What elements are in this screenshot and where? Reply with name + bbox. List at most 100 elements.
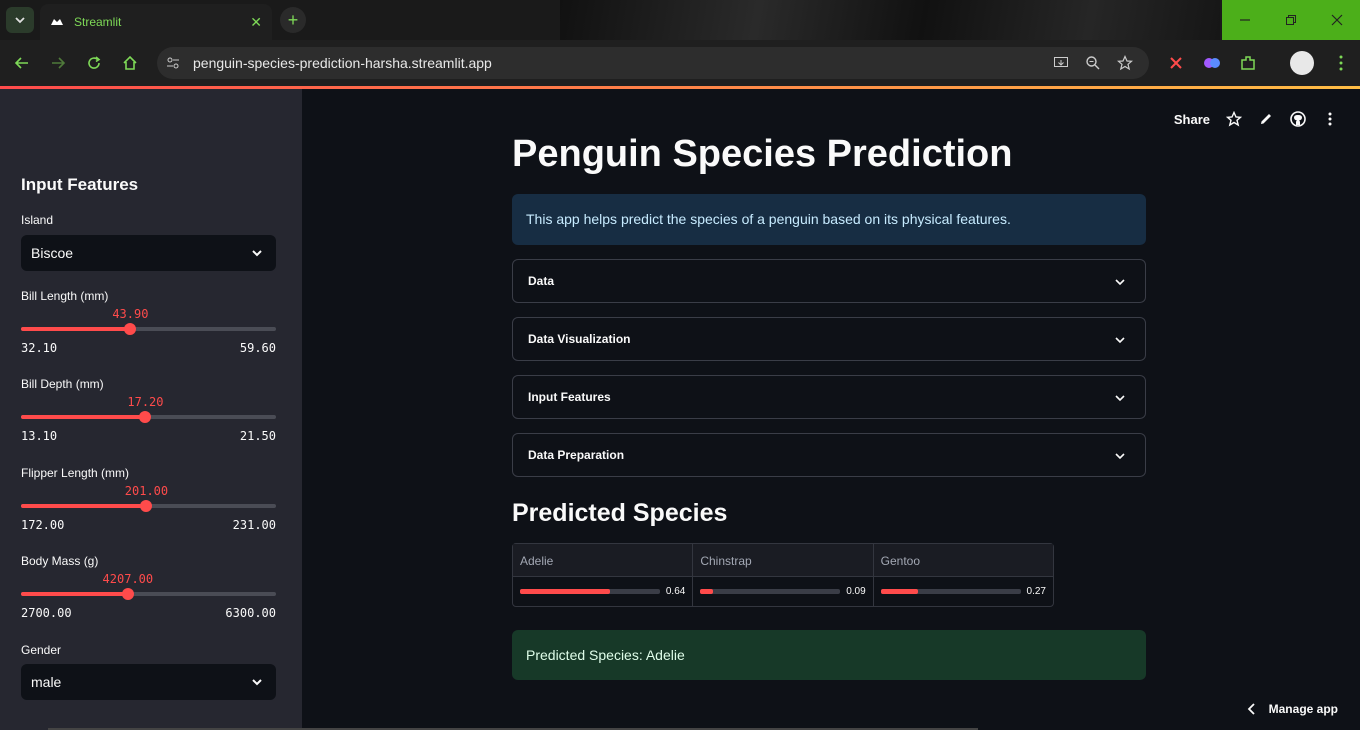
reload-button[interactable] (84, 53, 104, 73)
new-tab-button[interactable]: + (280, 7, 306, 33)
tab-search-button[interactable] (6, 7, 34, 33)
probability-column: Chinstrap 0.09 (693, 544, 874, 606)
browser-tab[interactable]: Streamlit ✕ (40, 4, 272, 40)
chevron-down-icon (15, 17, 25, 24)
close-icon (1331, 14, 1343, 26)
probability-column: Gentoo 0.27 (873, 544, 1053, 606)
streamlit-favicon-icon (51, 19, 63, 25)
expander-label: Data Preparation (528, 448, 625, 462)
sidebar: Input Features Island Biscoe Bill Length… (0, 89, 302, 730)
manage-app-button[interactable]: Manage app (1247, 702, 1338, 716)
column-header: Gentoo (873, 544, 1053, 577)
chevron-down-icon (252, 679, 262, 686)
gender-label: Gender (21, 643, 62, 657)
forward-button[interactable] (48, 53, 68, 73)
gender-select[interactable]: male (21, 664, 276, 700)
tab-title: Streamlit (74, 15, 122, 29)
arrow-right-icon (52, 57, 66, 69)
progress-fill (520, 589, 610, 594)
probability-value: 0.09 (846, 586, 866, 597)
main-menu-icon[interactable] (1322, 111, 1338, 127)
island-label: Island (21, 213, 54, 227)
expander-data-preparation[interactable]: Data Preparation (512, 433, 1146, 477)
minimize-button[interactable] (1222, 0, 1268, 40)
github-icon[interactable] (1290, 111, 1306, 127)
slider-fill (21, 504, 147, 508)
extension-brain-icon[interactable] (1203, 54, 1221, 72)
sidebar-title: Input Features (21, 175, 139, 194)
slider-fill (21, 327, 131, 331)
restore-icon (1286, 15, 1296, 25)
url-text: penguin-species-prediction-harsha.stream… (193, 55, 492, 71)
slider-min: 13.10 (21, 429, 58, 443)
slider-min: 172.00 (21, 518, 65, 532)
body-mass-label: Body Mass (g) (21, 554, 99, 568)
slider-value: 201.00 (124, 484, 169, 498)
slider-thumb[interactable] (140, 500, 153, 512)
arrow-left-icon (14, 57, 28, 69)
slider-fill (21, 592, 128, 596)
back-button[interactable] (12, 53, 32, 73)
expander-input-features[interactable]: Input Features (512, 375, 1146, 419)
slider-max: 6300.00 (225, 606, 276, 620)
slider-min: 32.10 (21, 341, 58, 355)
page-title: Penguin Species Prediction (512, 133, 1013, 175)
chevron-down-icon (1115, 279, 1125, 286)
probability-table: Adelie 0.64 Chinstrap 0.09 Gentoo 0.27 (512, 543, 1054, 607)
edit-pencil-icon[interactable] (1258, 111, 1274, 127)
chevron-down-icon (1115, 453, 1125, 460)
address-bar[interactable]: penguin-species-prediction-harsha.stream… (157, 47, 1149, 79)
chevron-down-icon (1115, 337, 1125, 344)
expander-label: Data Visualization (528, 332, 631, 346)
share-button[interactable]: Share (1174, 112, 1210, 127)
app-toolbar: Share (1174, 111, 1338, 127)
progress-bar (880, 589, 1021, 594)
probability-column: Adelie 0.64 (513, 544, 694, 606)
slider-thumb[interactable] (124, 323, 137, 335)
progress-bar (520, 589, 660, 594)
slider-thumb[interactable] (139, 411, 152, 423)
gender-value: male (31, 674, 62, 690)
chevron-left-icon (1247, 703, 1255, 715)
browser-menu-icon[interactable] (1332, 54, 1350, 72)
progress-bar (700, 589, 841, 594)
browser-tab-bar: Streamlit ✕ + (0, 0, 1360, 40)
expander-data[interactable]: Data (512, 259, 1146, 303)
slider-max: 21.50 (239, 429, 276, 443)
slider-value: 43.90 (112, 307, 149, 321)
slider-value: 4207.00 (102, 572, 154, 586)
bookmark-star-icon[interactable] (1117, 55, 1133, 71)
site-settings-icon[interactable] (165, 55, 181, 71)
manage-app-label: Manage app (1268, 702, 1338, 716)
tab-close-icon[interactable]: ✕ (250, 14, 262, 31)
close-window-button[interactable] (1314, 0, 1360, 40)
star-icon[interactable] (1226, 111, 1242, 127)
success-alert: Predicted Species: Adelie (512, 630, 1146, 680)
restore-button[interactable] (1268, 0, 1314, 40)
expander-data-visualization[interactable]: Data Visualization (512, 317, 1146, 361)
home-button[interactable] (120, 53, 140, 73)
bill-depth-label: Bill Depth (mm) (21, 377, 104, 391)
slider-value: 17.20 (127, 395, 164, 409)
extension-x-icon[interactable] (1167, 54, 1185, 72)
browser-toolbar: penguin-species-prediction-harsha.stream… (0, 40, 1360, 86)
slider-fill (21, 415, 146, 419)
zoom-icon[interactable] (1085, 55, 1101, 71)
info-alert: This app helps predict the species of a … (512, 194, 1146, 245)
profile-avatar[interactable] (1290, 51, 1314, 75)
minimize-icon (1240, 19, 1250, 21)
expander-label: Input Features (528, 390, 611, 404)
probability-value: 0.64 (665, 586, 686, 597)
tabbar-background (560, 0, 1220, 40)
install-app-icon[interactable] (1053, 55, 1069, 71)
probability-value: 0.27 (1026, 586, 1046, 597)
island-select[interactable]: Biscoe (21, 235, 276, 271)
column-header: Adelie (513, 544, 693, 577)
island-value: Biscoe (31, 245, 74, 261)
extensions-puzzle-icon[interactable] (1239, 54, 1257, 72)
expander-label: Data (528, 274, 555, 288)
chevron-down-icon (1115, 395, 1125, 402)
window-controls (1222, 0, 1360, 40)
column-header: Chinstrap (693, 544, 873, 577)
slider-thumb[interactable] (121, 588, 134, 600)
